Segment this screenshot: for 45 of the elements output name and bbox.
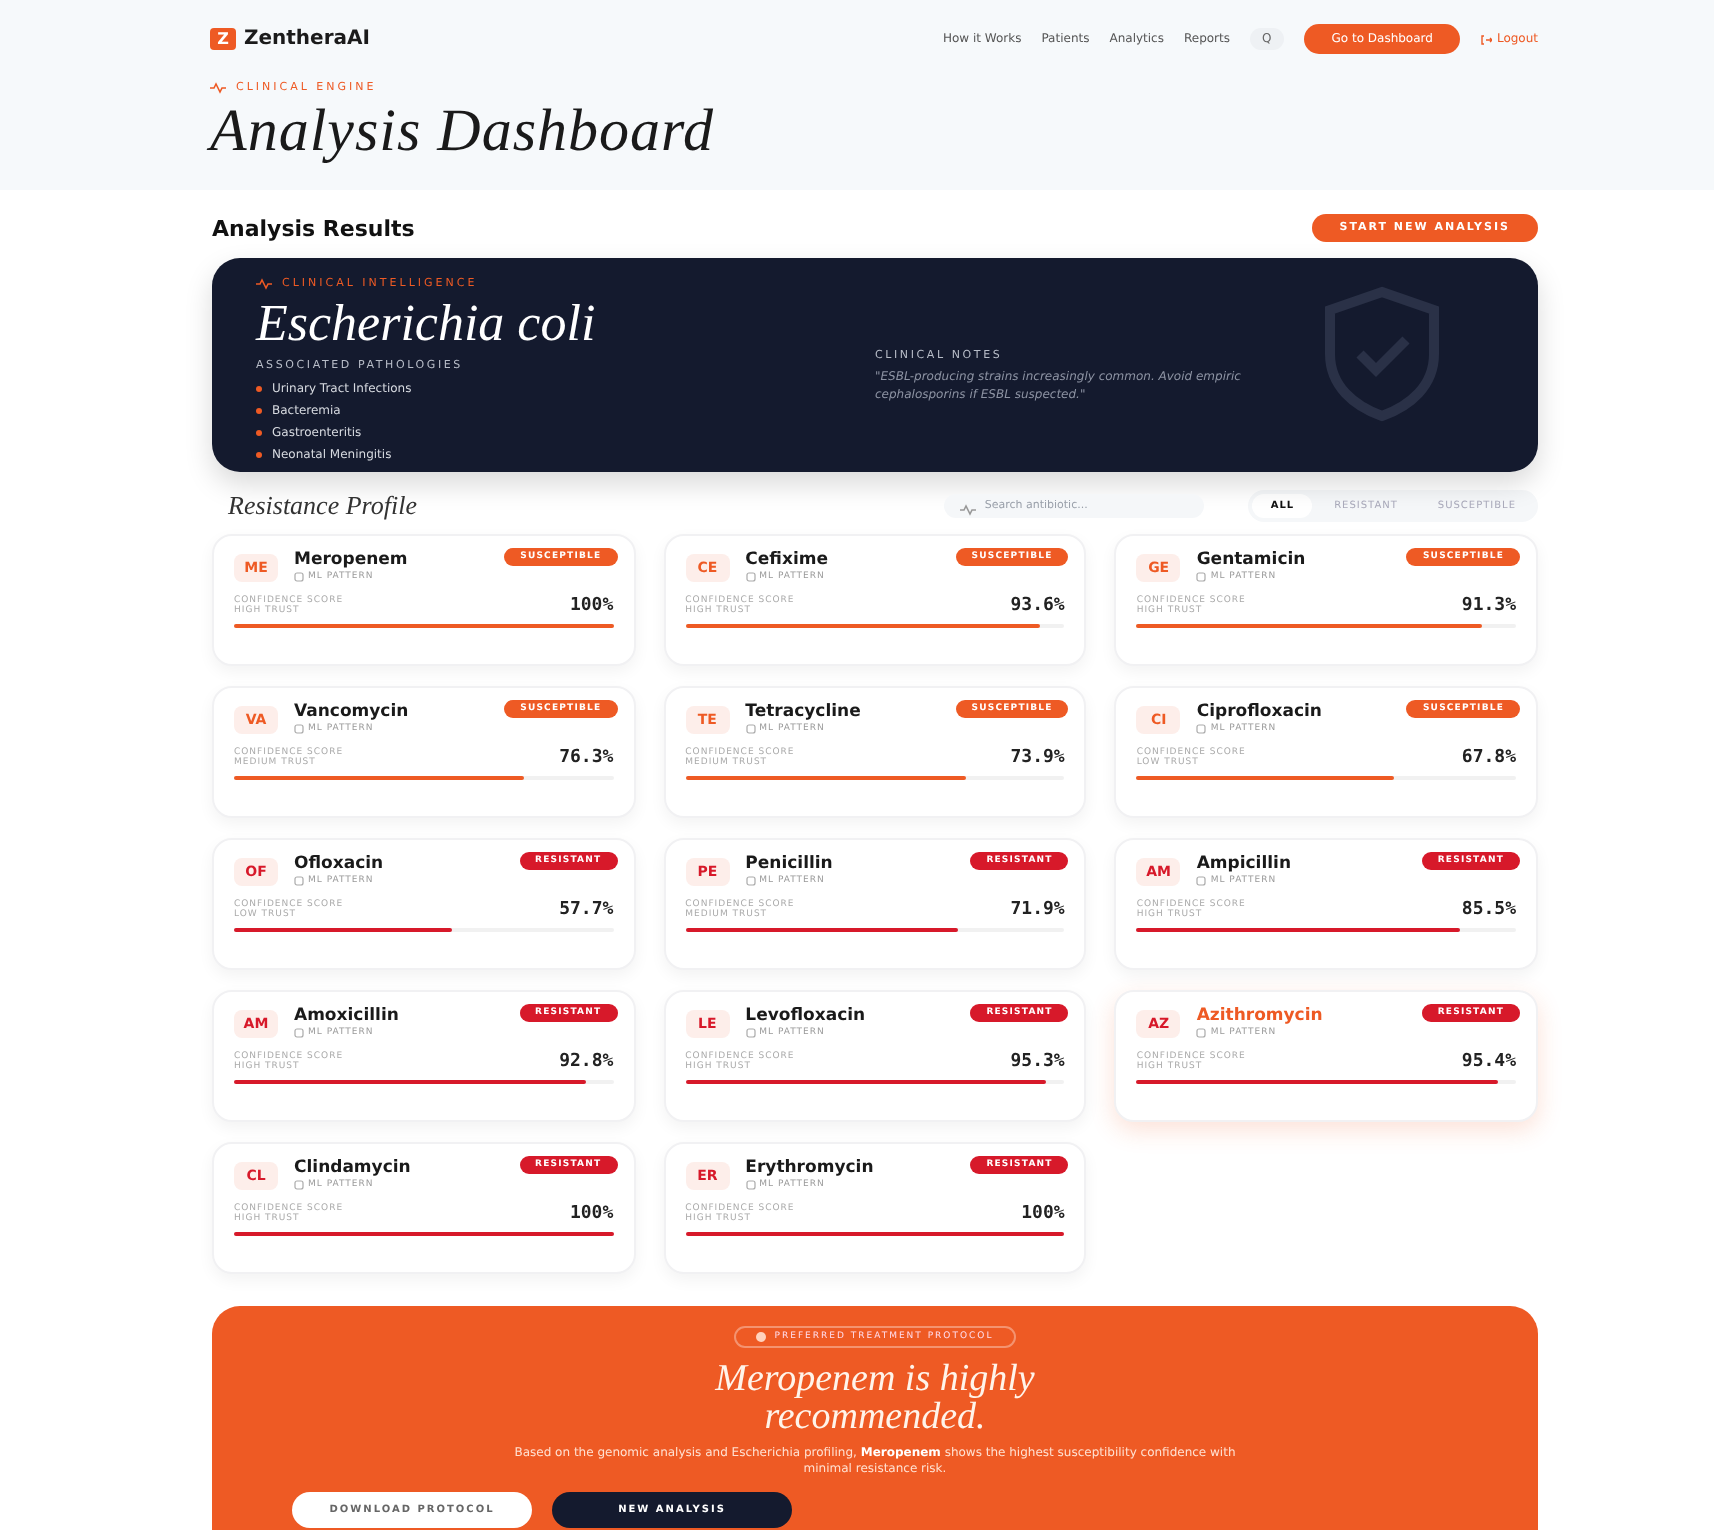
page-title: Analysis Dashboard — [210, 98, 717, 166]
badge-dot-icon — [756, 1332, 767, 1342]
antibiotic-name: Clindamycin — [294, 1158, 411, 1178]
confidence-score: 71.9% — [1010, 900, 1065, 920]
pulse-icon — [256, 278, 272, 290]
antibiotic-name: Gentamicin — [1196, 550, 1306, 570]
bullet-icon — [256, 430, 262, 436]
shield-check-icon — [1322, 286, 1442, 422]
brand-logo[interactable]: Z ZentheraAI — [210, 28, 370, 50]
antibiotic-name: Ampicillin — [1196, 854, 1292, 874]
organism-name: Escherichia coli — [256, 294, 598, 354]
antibiotic-name: Levofloxacin — [745, 1006, 866, 1026]
confidence-score: 85.5% — [1461, 900, 1516, 920]
recommendation-headline: Meropenem is highly recommended. — [713, 1360, 1037, 1436]
antibiotic-name: Azithromycin — [1196, 1006, 1323, 1026]
bullet-icon — [256, 386, 262, 392]
antibiotic-name: Meropenem — [294, 550, 408, 570]
antibiotic-name: Cefixime — [745, 550, 828, 570]
confidence-score: 95.3% — [1010, 1052, 1065, 1072]
antibiotic-name: Erythromycin — [745, 1158, 874, 1178]
pulse-icon — [960, 504, 977, 516]
logo-mark-icon: Z — [210, 28, 236, 50]
bullet-icon — [256, 408, 262, 414]
antibiotic-name: Ofloxacin — [294, 854, 384, 874]
confidence-score: 95.4% — [1461, 1052, 1516, 1072]
confidence-score: 100% — [569, 596, 614, 616]
section-title: Resistance Profile — [226, 490, 417, 522]
confidence-score: 100% — [569, 1204, 614, 1224]
antibiotic-name: Penicillin — [745, 854, 833, 874]
confidence-score: 93.6% — [1010, 596, 1065, 616]
antibiotic-name: Tetracycline — [745, 702, 861, 722]
antibiotic-name: Ciprofloxacin — [1196, 702, 1322, 722]
confidence-score: 73.9% — [1010, 748, 1065, 768]
confidence-score: 57.7% — [559, 900, 614, 920]
antibiotic-name: Vancomycin — [294, 702, 409, 722]
confidence-score: 76.3% — [559, 748, 614, 768]
confidence-score: 91.3% — [1461, 596, 1516, 616]
pulse-icon — [210, 82, 226, 94]
antibiotic-name: Amoxicillin — [294, 1006, 399, 1026]
logout-icon — [1480, 33, 1493, 45]
confidence-score: 100% — [1021, 1204, 1065, 1224]
section-title: Analysis Results — [212, 215, 415, 241]
confidence-score: 67.8% — [1461, 748, 1516, 768]
confidence-score: 92.8% — [559, 1052, 614, 1072]
bullet-icon — [256, 452, 262, 458]
